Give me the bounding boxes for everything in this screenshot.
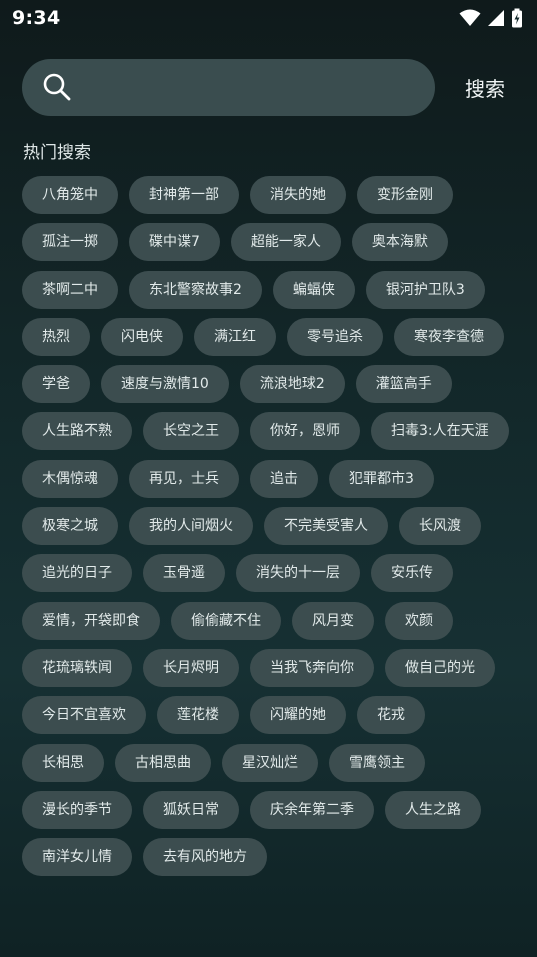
hot-search-tag[interactable]: 木偶惊魂 <box>22 459 118 498</box>
search-input[interactable] <box>82 66 435 108</box>
hot-search-tag[interactable]: 消失的她 <box>250 176 346 214</box>
status-time: 9:34 <box>12 7 61 29</box>
tag-row: 木偶惊魂 再见，士兵 追击 犯罪都市3 <box>22 459 517 498</box>
hot-search-tag[interactable]: 再见，士兵 <box>129 459 239 498</box>
hot-search-tag[interactable]: 去有风的地方 <box>143 838 267 877</box>
tag-row: 今日不宜喜欢 莲花楼 闪耀的她 花戎 <box>22 696 517 735</box>
tag-row: 追光的日子 玉骨遥 消失的十一层 安乐传 <box>22 554 517 593</box>
hot-search-tag[interactable]: 满江红 <box>194 317 276 356</box>
hot-search-tag[interactable]: 奥本海默 <box>351 223 448 262</box>
hot-search-tag[interactable]: 犯罪都市3 <box>329 459 434 498</box>
hot-search-tag[interactable]: 闪电侠 <box>101 317 183 356</box>
tag-row: 人生路不熟 长空之王 你好，恩师 扫毒3:人在天涯 <box>22 412 517 451</box>
hot-search-tag[interactable]: 长相思 <box>22 743 104 782</box>
battery-charging-icon <box>512 8 522 28</box>
hot-search-tag[interactable]: 灌篮高手 <box>355 365 452 404</box>
hot-search-tag[interactable]: 八角笼中 <box>22 176 118 214</box>
hot-search-tag[interactable]: 花琉璃轶闻 <box>22 648 132 687</box>
hot-search-tag[interactable]: 茶啊二中 <box>22 270 118 309</box>
hot-search-tag[interactable]: 欢颜 <box>385 601 453 640</box>
hot-search-title: 热门搜索 <box>23 143 91 163</box>
hot-search-tag[interactable]: 变形金刚 <box>357 176 453 214</box>
hot-search-tag[interactable]: 寒夜李查德 <box>394 317 504 356</box>
hot-search-tag[interactable]: 爱情，开袋即食 <box>22 601 160 640</box>
hot-search-tag[interactable]: 古相思曲 <box>115 743 211 782</box>
hot-search-tag[interactable]: 人生路不熟 <box>22 412 132 451</box>
hot-search-tag[interactable]: 东北警察故事2 <box>129 270 262 309</box>
hot-search-tag[interactable]: 封神第一部 <box>129 176 239 214</box>
hot-search-tag[interactable]: 追击 <box>250 459 318 498</box>
hot-search-tag[interactable]: 闪耀的她 <box>250 696 346 735</box>
status-bar: 9:34 <box>0 0 537 36</box>
hot-search-tag[interactable]: 零号追杀 <box>287 317 383 356</box>
hot-search-tag[interactable]: 漫长的季节 <box>22 790 132 829</box>
hot-search-tag[interactable]: 学爸 <box>22 365 90 404</box>
tag-row: 八角笼中 封神第一部 消失的她 变形金刚 <box>22 176 517 214</box>
hot-search-tag[interactable]: 今日不宜喜欢 <box>22 696 146 735</box>
hot-search-tag[interactable]: 狐妖日常 <box>143 790 239 829</box>
tag-row: 长相思 古相思曲 星汉灿烂 雪鹰领主 <box>22 743 517 782</box>
hot-search-tag[interactable]: 星汉灿烂 <box>222 743 318 782</box>
hot-search-tag[interactable]: 不完美受害人 <box>264 507 388 546</box>
tag-row: 孤注一掷 碟中谍7 超能一家人 奥本海默 <box>22 223 517 262</box>
hot-search-tag[interactable]: 追光的日子 <box>22 554 132 593</box>
hot-search-tag[interactable]: 长空之王 <box>143 412 239 451</box>
hot-search-tag[interactable]: 风月变 <box>292 601 374 640</box>
wifi-icon <box>459 9 481 26</box>
hot-search-tag[interactable]: 速度与激情10 <box>101 365 229 404</box>
hot-search-tag[interactable]: 莲花楼 <box>157 696 239 735</box>
search-row: 搜索 <box>22 58 522 116</box>
hot-search-tag[interactable]: 消失的十一层 <box>236 554 360 593</box>
tag-row: 茶啊二中 东北警察故事2 蝙蝠侠 银河护卫队3 <box>22 270 517 309</box>
hot-search-tag[interactable]: 做自己的光 <box>385 648 495 687</box>
hot-search-tag[interactable]: 玉骨遥 <box>143 554 225 593</box>
search-icon <box>43 73 71 101</box>
tag-row: 热烈 闪电侠 满江红 零号追杀 寒夜李查德 <box>22 317 517 356</box>
hot-search-tag[interactable]: 花戎 <box>357 696 425 735</box>
hot-search-tag[interactable]: 银河护卫队3 <box>365 270 485 309</box>
hot-search-tag[interactable]: 长风渡 <box>399 507 481 546</box>
hot-search-tag[interactable]: 蝙蝠侠 <box>272 270 355 309</box>
hot-search-tag[interactable]: 南洋女儿情 <box>22 838 132 877</box>
hot-search-tag[interactable]: 人生之路 <box>385 790 481 829</box>
hot-search-tag[interactable]: 安乐传 <box>371 554 453 593</box>
hot-search-tag[interactable]: 偷偷藏不住 <box>171 601 281 640</box>
hot-search-tag[interactable]: 热烈 <box>22 317 90 356</box>
search-button[interactable]: 搜索 <box>465 73 505 102</box>
tag-row: 南洋女儿情 去有风的地方 <box>22 838 517 877</box>
tag-row: 花琉璃轶闻 长月烬明 当我飞奔向你 做自己的光 <box>22 648 517 687</box>
tag-row: 爱情，开袋即食 偷偷藏不住 风月变 欢颜 <box>22 601 517 640</box>
search-box[interactable] <box>22 58 435 116</box>
hot-search-tag[interactable]: 雪鹰领主 <box>329 743 425 782</box>
hot-search-tag[interactable]: 孤注一掷 <box>22 223 118 262</box>
tag-row: 漫长的季节 狐妖日常 庆余年第二季 人生之路 <box>22 790 517 829</box>
hot-search-tag[interactable]: 流浪地球2 <box>239 365 345 404</box>
hot-search-tag[interactable]: 当我飞奔向你 <box>250 648 374 687</box>
hot-search-tag[interactable]: 碟中谍7 <box>129 223 220 262</box>
cellular-signal-icon <box>488 10 504 26</box>
hot-search-tag[interactable]: 极寒之城 <box>22 507 118 546</box>
hot-search-tag[interactable]: 我的人间烟火 <box>129 507 253 546</box>
hot-search-tag[interactable]: 超能一家人 <box>230 223 341 262</box>
status-icons <box>459 8 523 28</box>
hot-search-tag[interactable]: 长月烬明 <box>143 648 239 687</box>
tag-row: 极寒之城 我的人间烟火 不完美受害人 长风渡 <box>22 507 517 546</box>
hot-search-tag[interactable]: 庆余年第二季 <box>250 790 374 829</box>
hot-search-tag[interactable]: 你好，恩师 <box>250 412 360 451</box>
hot-search-tag[interactable]: 扫毒3:人在天涯 <box>371 412 509 451</box>
hot-search-tags: 八角笼中 封神第一部 消失的她 变形金刚 孤注一掷 碟中谍7 超能一家人 奥本海默 茶啊二中 东北… <box>22 176 517 885</box>
tag-row: 学爸 速度与激情10 流浪地球2 灌篮高手 <box>22 365 517 404</box>
